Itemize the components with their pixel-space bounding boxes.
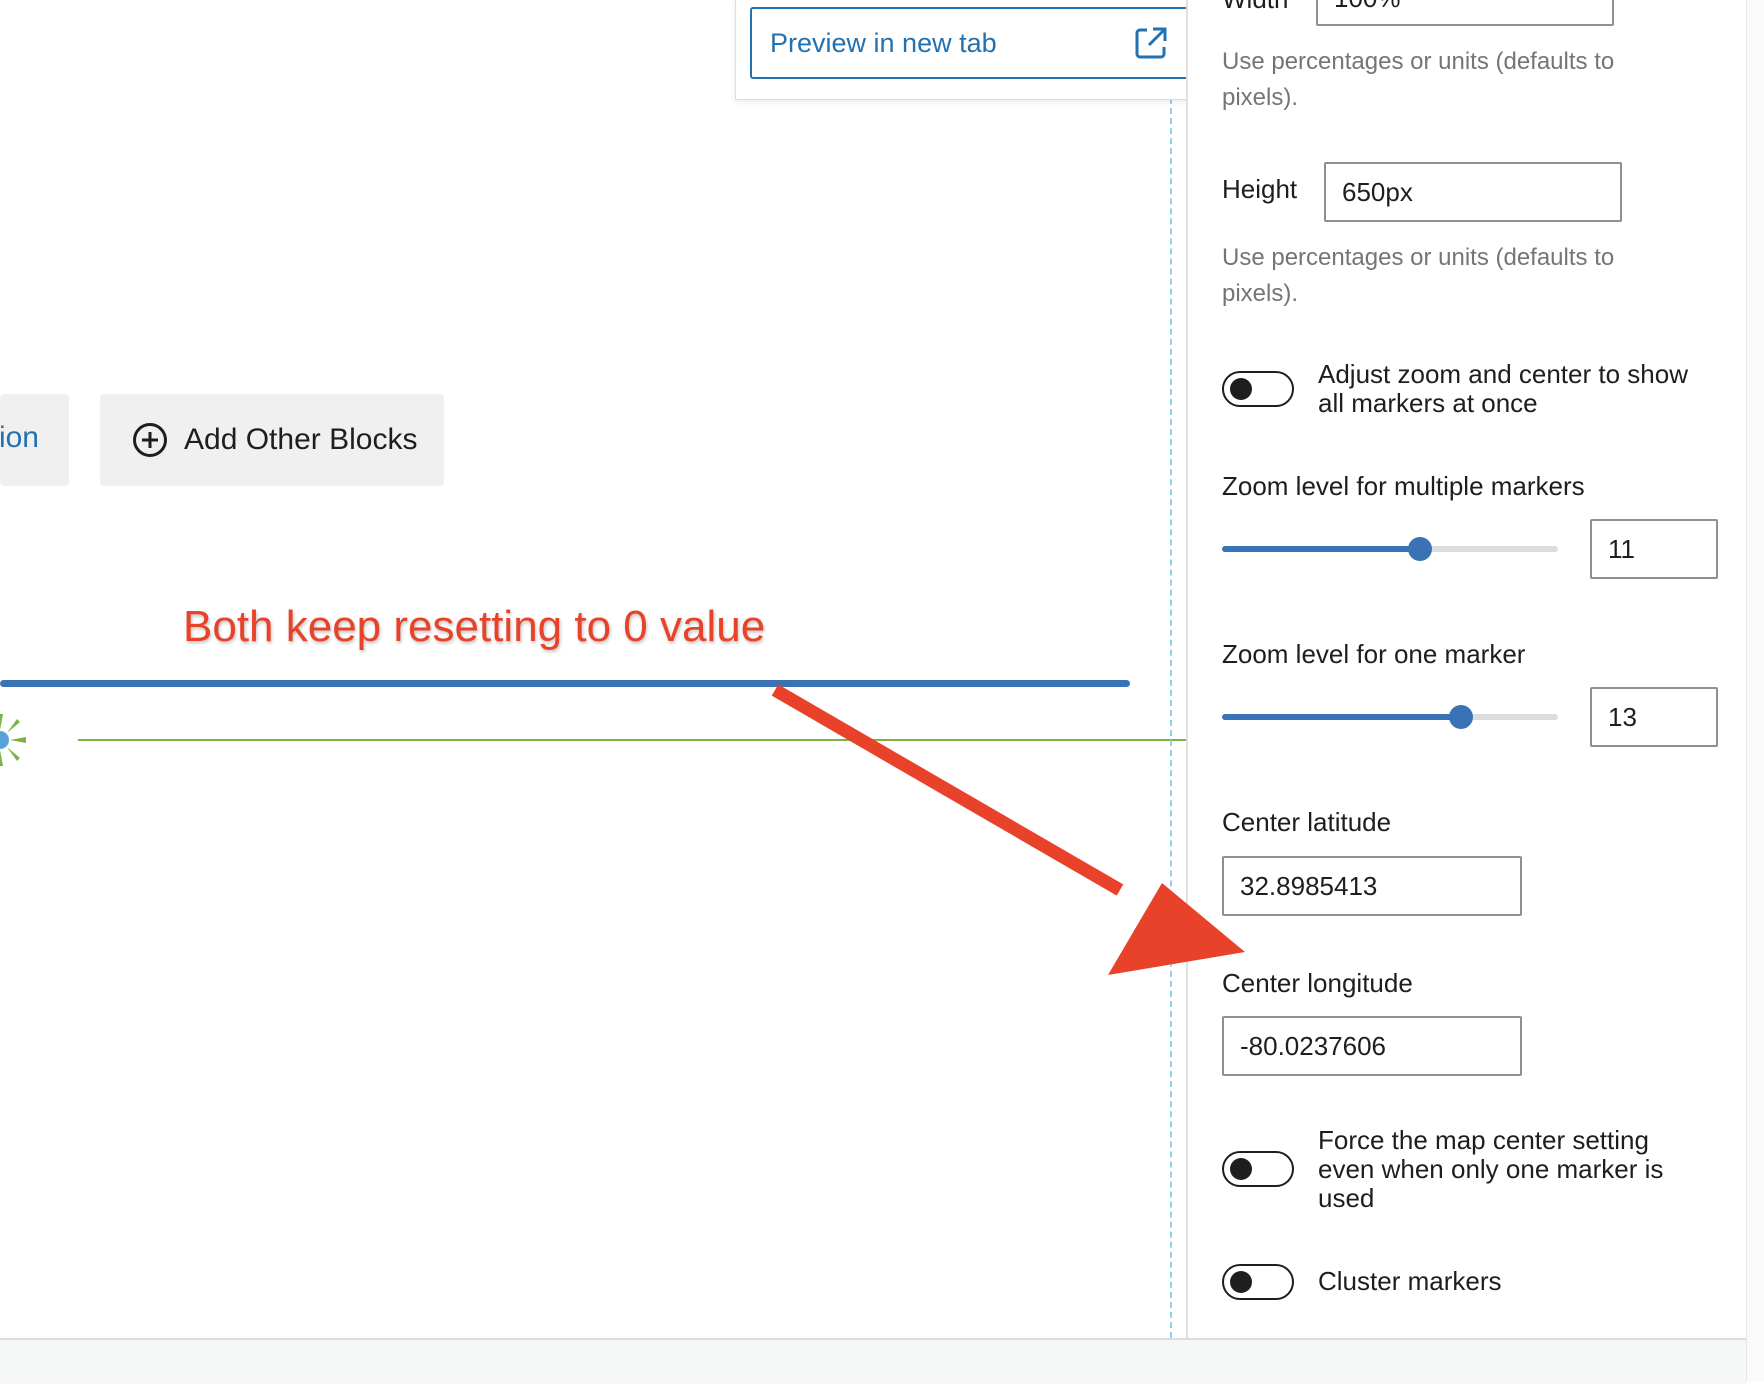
annotation-arrow-icon	[771, 684, 1245, 975]
